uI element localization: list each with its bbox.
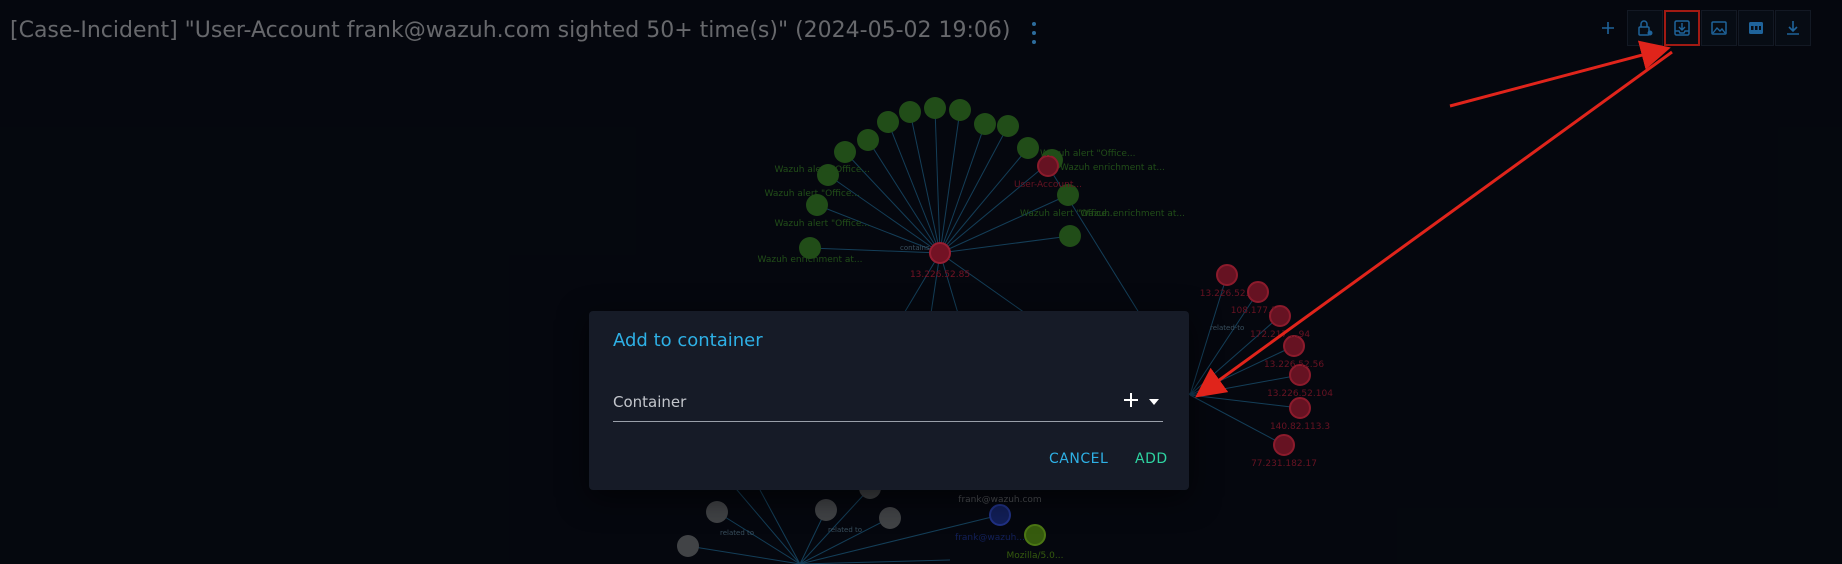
dialog-title: Add to container <box>613 330 763 351</box>
cancel-button[interactable]: CANCEL <box>1049 451 1108 467</box>
container-input[interactable] <box>613 389 1097 421</box>
chevron-down-icon[interactable] <box>1147 397 1161 407</box>
add-container-icon[interactable] <box>1120 389 1142 411</box>
add-to-container-dialog: Add to container Container CANCEL ADD <box>589 311 1189 490</box>
container-field[interactable]: Container <box>613 389 1163 422</box>
add-button[interactable]: ADD <box>1135 451 1168 467</box>
